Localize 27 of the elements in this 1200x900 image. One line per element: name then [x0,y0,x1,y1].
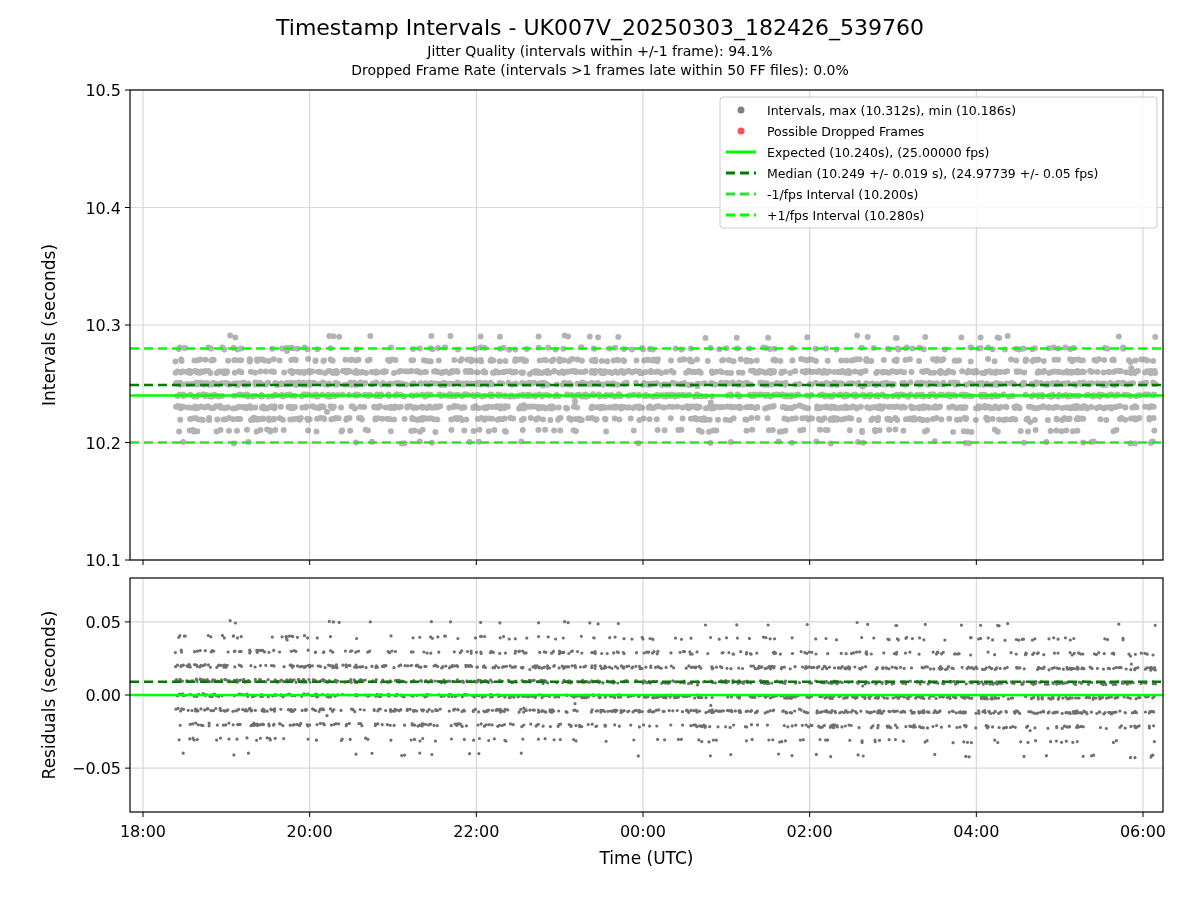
axis-tick-label: 02:00 [786,822,833,841]
axis-tick-label: 22:00 [453,822,500,841]
axis-tick-label: 20:00 [286,822,333,841]
axis-tick-label: 10.3 [85,316,121,335]
legend-label: Expected (10.240s), (25.00000 fps) [767,144,990,160]
axis-tick-label: 18:00 [119,822,167,841]
axis-tick-label: 10.5 [85,84,121,100]
chart-subtitle: Jitter Quality (intervals within +/-1 frame): 94.1% [427,42,773,61]
axis-tick-label: 0.00 [85,686,121,705]
legend-label: Intervals, max (10.312s), min (10.186s) [767,102,1017,118]
axis-tick-label: 10.1 [85,551,121,570]
legend-label: Median (10.249 +/- 0.019 s), (24.97739 +/- 0.05 fps) [767,165,1099,181]
axis-tick-label: 06:00 [1119,822,1167,841]
legend-label: Possible Dropped Frames [767,123,925,139]
axis-tick-label: 10.4 [85,198,121,218]
axis-tick-label: 0.05 [85,612,121,632]
chart-subtitle: Dropped Frame Rate (intervals >1 frames late within 50 FF files): 0.0% [351,61,849,80]
axis-title: Residuals (seconds) [39,610,59,780]
axis-title: Intervals (seconds) [39,243,59,407]
legend-label: +1/fps Interval (10.280s) [767,207,925,223]
axis-title: Time (UTC) [599,848,694,868]
legend-label: -1/fps Interval (10.200s) [767,186,919,202]
axis-tick-label: −0.05 [71,759,121,779]
axis-tick-label: 10.2 [85,433,121,453]
chart-title: Timestamp Intervals - UK007V_20250303_182426_539760 [276,14,924,42]
axis-tick-label: 00:00 [619,822,667,841]
axis-tick-label: 04:00 [953,822,1000,841]
